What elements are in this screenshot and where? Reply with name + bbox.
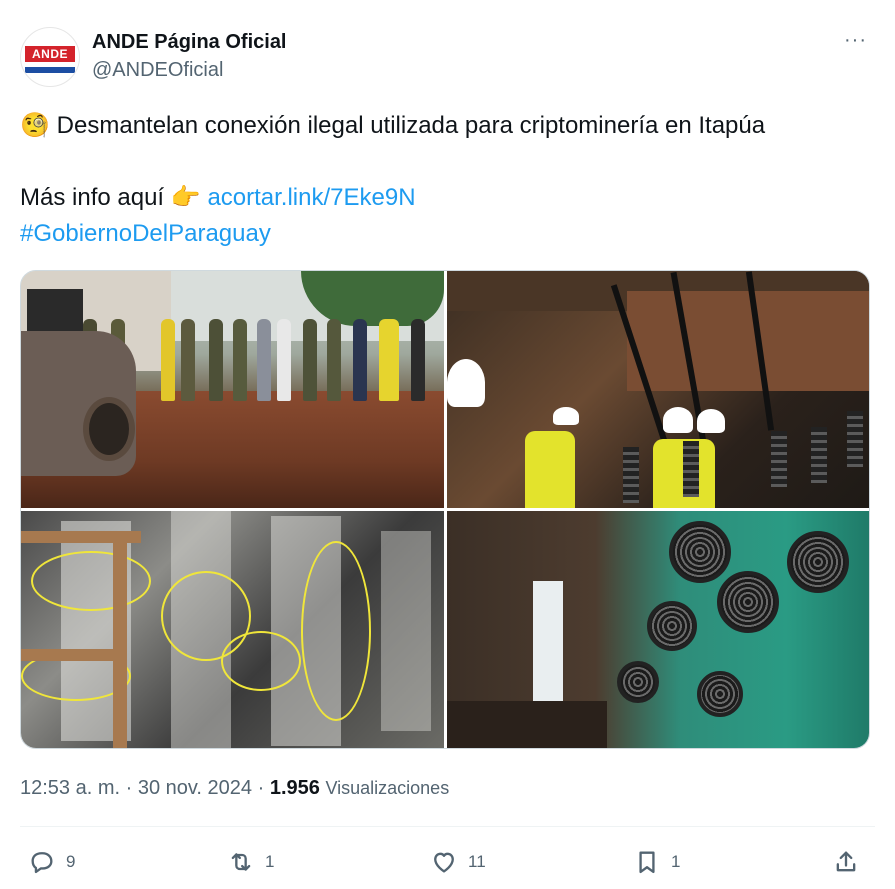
views-count: 1.956 [269,777,320,799]
avatar[interactable]: ANDE [20,27,80,87]
helmet [697,409,725,433]
yellow-cable [31,551,151,611]
floor [447,701,607,748]
reply-icon [31,852,53,874]
tweet-line-1: 🧐 Desmantelan conexión ilegal utilizada … [20,108,870,144]
photo-3[interactable] [21,511,444,748]
wooden-wall [627,291,869,391]
yellow-cable [301,541,371,721]
reply-button[interactable]: 9 [28,842,75,882]
more-info-text: Más info aquí [20,184,165,211]
truck-wheel [83,397,135,461]
meta-separator: · [257,777,265,799]
helmet [663,407,693,433]
wooden-frame [113,531,127,748]
tweet-date[interactable]: 30 nov. 2024 [138,777,252,799]
doorway [533,581,563,701]
more-options-icon[interactable]: ··· [844,29,867,52]
person [327,319,341,401]
like-count: 11 [468,852,486,871]
person [257,319,271,401]
fan [787,531,849,593]
fan [617,661,659,703]
person [233,319,247,401]
face-with-monocle-icon: 🧐 [20,112,50,139]
yellow-cable [221,631,301,691]
avatar-logo-text: ANDE [31,47,68,61]
author-display-name[interactable]: ANDE Página Oficial [92,29,287,55]
author-names: ANDE Página Oficial @ANDEOficial [92,29,287,83]
heart-icon [434,852,454,873]
insulator [623,447,639,503]
fan [717,571,779,633]
person [411,319,425,401]
bookmark-count: 1 [671,852,681,871]
media-grid [20,270,870,749]
bookmark-icon [639,851,655,874]
person [181,319,195,401]
tweet-link[interactable]: acortar.link/7Eke9N [207,184,415,211]
photo-4[interactable] [447,511,869,748]
fan [669,521,731,583]
retweet-button[interactable]: 1 [227,842,274,882]
action-bar: 9 1 11 1 [20,842,875,882]
photo-2[interactable] [447,271,869,508]
person [303,319,317,401]
rack [381,531,431,731]
author-handle[interactable]: @ANDEOficial [92,57,287,83]
person [277,319,291,401]
tweet-line-2: Más info aquí 👉 acortar.link/7Eke9N [20,180,870,216]
fan [697,671,743,717]
pointing-right-icon: 👉 [170,184,201,211]
tweet-meta: 12:53 a. m. · 30 nov. 2024 · 1.956 Visua… [20,774,449,802]
person [161,319,175,401]
helmet [553,407,579,425]
insulator [771,431,787,487]
tweet-headline: Desmantelan conexión ilegal utilizada pa… [56,112,766,139]
meta-separator: · [125,777,133,799]
helmet [447,359,485,407]
reply-count: 9 [66,852,76,871]
tweet-text: 🧐 Desmantelan conexión ilegal utilizada … [20,108,870,252]
tweet-time[interactable]: 12:53 a. m. [20,777,120,799]
fan [647,601,697,651]
like-button[interactable]: 11 [430,842,486,882]
insulator [811,427,827,483]
hashtag-link[interactable]: #GobiernoDelParaguay [20,220,271,247]
avatar-blue-band [25,67,75,73]
divider [20,826,875,827]
wooden-frame [21,649,121,661]
person [353,319,367,401]
tweet-line-3: #GobiernoDelParaguay [20,216,870,252]
insulator [683,441,699,497]
views-label: Visualizaciones [325,778,450,798]
person [209,319,223,401]
insulator [847,411,863,467]
bookmark-button[interactable]: 1 [633,842,680,882]
tweet-header: ANDE ANDE Página Oficial @ANDEOficial ··… [20,27,875,87]
retweet-count: 1 [265,852,275,871]
photo-1[interactable] [21,271,444,508]
worker-in-yellow [525,431,575,508]
share-icon [836,851,856,872]
share-button[interactable] [832,842,860,882]
person [379,319,399,401]
retweet-icon [231,853,251,871]
